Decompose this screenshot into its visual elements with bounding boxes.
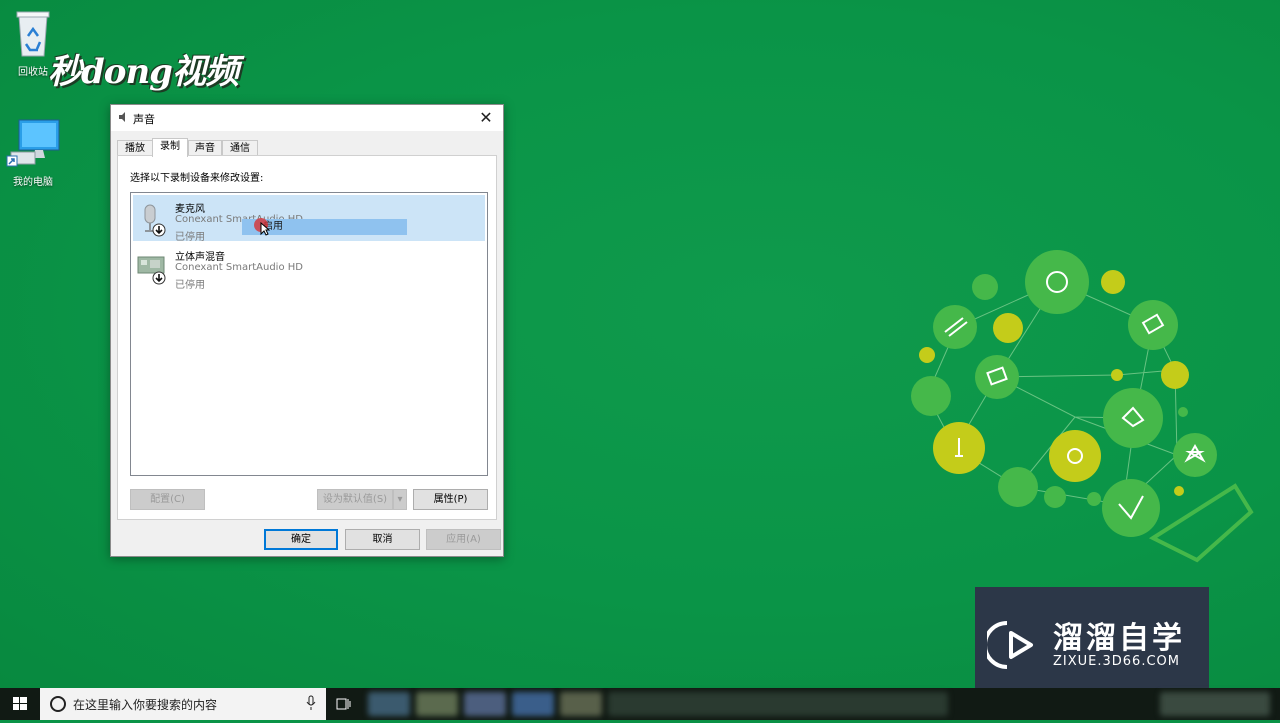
tray-icons[interactable] [1160, 692, 1270, 716]
properties-button[interactable]: 属性(P) [413, 489, 488, 510]
search-placeholder: 在这里输入你要搜索的内容 [73, 698, 218, 712]
my-computer-label: 我的电脑 [13, 177, 53, 188]
taskbar-app-4[interactable] [512, 692, 554, 716]
taskbar-app-2[interactable] [416, 692, 458, 716]
lightbulb-network-decoration [911, 250, 1254, 563]
taskbar-app-1[interactable] [368, 692, 410, 716]
instruction-text: 选择以下录制设备来修改设置: [130, 173, 264, 184]
cancel-button[interactable]: 取消 [345, 529, 420, 550]
microphone-icon[interactable] [306, 695, 316, 711]
tab-recording[interactable]: 录制 [152, 138, 188, 157]
watermark-title: 溜溜自学 [1053, 621, 1185, 656]
my-computer-shortcut[interactable]: 我的电脑 [1, 118, 65, 188]
device-name: 立体声混音 [175, 252, 225, 263]
device-driver: Conexant SmartAudio HD [175, 262, 303, 273]
windows-icon [13, 697, 27, 710]
device-item-stereo-mix[interactable]: 立体声混音 Conexant SmartAudio HD 已停用 [133, 243, 485, 291]
set-default-dropdown[interactable]: ▾ [393, 489, 407, 510]
sound-card-icon [137, 256, 166, 285]
recording-panel: 选择以下录制设备来修改设置: 麦克风 Conexant SmartAudio H… [117, 155, 497, 520]
computer-icon [6, 119, 60, 167]
apply-button[interactable]: 应用(A) [426, 529, 501, 550]
taskbar-app-6[interactable] [608, 692, 948, 716]
dialog-title: 声音 [133, 113, 155, 126]
sound-dialog: 声音 ✕ 播放 录制 声音 通信 选择以下录制设备来修改设置: 麦克风 Cone… [110, 104, 504, 557]
video-logo: 秒dong视频 [48, 52, 239, 92]
play-logo-icon [987, 621, 1033, 669]
mouse-cursor-icon [260, 222, 270, 236]
taskbar-app-5[interactable] [560, 692, 602, 716]
microphone-icon [144, 204, 166, 237]
tab-communications[interactable]: 通信 [222, 140, 258, 156]
system-tray[interactable] [960, 688, 1280, 720]
taskbar: 在这里输入你要搜索的内容 [0, 688, 1280, 720]
close-icon: ✕ [479, 108, 493, 127]
configure-button[interactable]: 配置(C) [130, 489, 205, 510]
device-status: 已停用 [175, 232, 205, 243]
set-default-button[interactable]: 设为默认值(S) [317, 489, 393, 510]
ok-button[interactable]: 确定 [264, 529, 338, 550]
watermark-url: ZIXUE.3D66.COM [1053, 654, 1180, 669]
cortana-icon [50, 696, 66, 712]
close-button[interactable]: ✕ [475, 107, 497, 129]
watermark-box: 溜溜自学 ZIXUE.3D66.COM [975, 587, 1209, 702]
chevron-down-icon: ▾ [397, 494, 403, 505]
taskbar-app-3[interactable] [464, 692, 506, 716]
task-view-icon[interactable] [336, 696, 352, 712]
taskbar-search-box[interactable]: 在这里输入你要搜索的内容 [40, 688, 326, 720]
tab-sounds[interactable]: 声音 [188, 140, 222, 156]
speaker-icon [119, 112, 125, 122]
dialog-titlebar[interactable]: 声音 ✕ [111, 105, 503, 131]
device-status: 已停用 [175, 280, 205, 291]
start-button[interactable] [0, 688, 40, 720]
tab-playback[interactable]: 播放 [117, 140, 153, 156]
device-name: 麦克风 [175, 204, 205, 215]
